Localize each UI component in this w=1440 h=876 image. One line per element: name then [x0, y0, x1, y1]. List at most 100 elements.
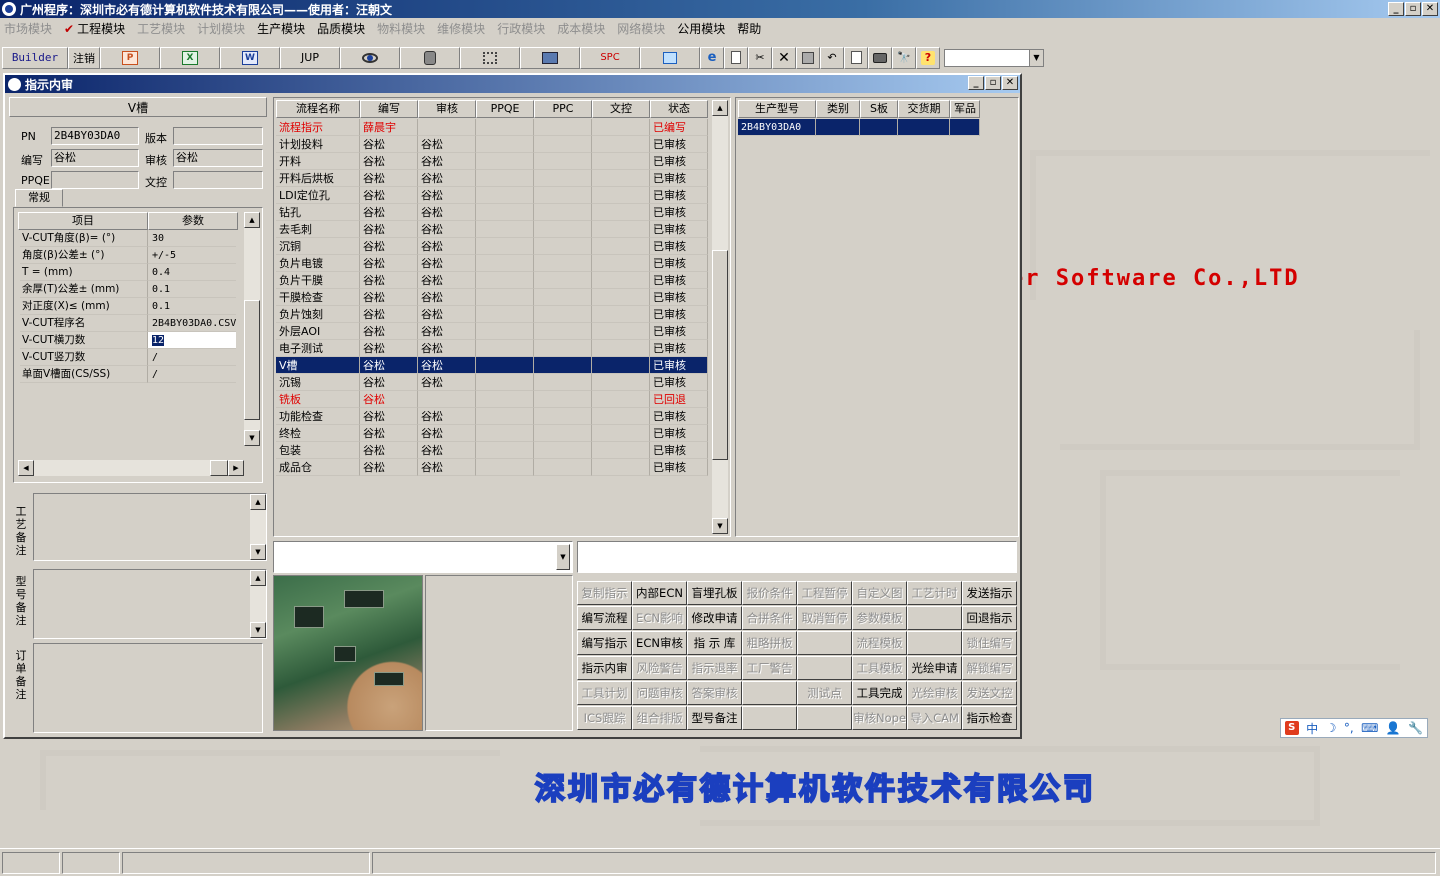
process-header-ppqe[interactable]: PPQE	[476, 100, 534, 118]
action-button[interactable]: 型号备注	[687, 706, 742, 730]
action-button[interactable]: 工具完成	[852, 681, 907, 705]
scroll-up-icon[interactable]: ▲	[244, 212, 260, 228]
save-button[interactable]	[796, 46, 820, 69]
process-row[interactable]: 负片蚀刻 谷松 谷松 已审核	[276, 306, 708, 323]
document-control-field[interactable]	[173, 171, 263, 189]
parameter-value[interactable]: 30	[148, 230, 236, 247]
process-header-name[interactable]: 流程名称	[276, 100, 360, 118]
word-button[interactable]: W	[220, 46, 280, 69]
process-header-review[interactable]: 审核	[418, 100, 476, 118]
scroll-down-icon[interactable]: ▼	[250, 544, 266, 560]
process-row[interactable]: 负片干膜 谷松 谷松 已审核	[276, 272, 708, 289]
menu-item[interactable]: 品质模块	[317, 20, 365, 37]
parameter-row[interactable]: 余厚(T)公差± (mm) 0.1	[20, 281, 236, 298]
process-header-author[interactable]: 编写	[360, 100, 418, 118]
action-button[interactable]: 编写流程	[577, 606, 632, 630]
scroll-down-icon[interactable]: ▼	[244, 430, 260, 446]
parameter-value[interactable]: +/-5	[148, 247, 236, 264]
parameter-row[interactable]: V-CUT竖刀数 /	[20, 349, 236, 366]
undo-button[interactable]: ↶	[820, 46, 844, 69]
cut-button[interactable]: ✂	[748, 46, 772, 69]
parameter-row[interactable]: V-CUT横刀数 12	[20, 332, 236, 349]
powerpoint-button[interactable]: P	[100, 46, 160, 69]
action-button[interactable]: ECN审核	[632, 631, 687, 655]
action-button[interactable]: 自定义图	[852, 581, 907, 605]
action-button[interactable]: 修改申请	[687, 606, 742, 630]
process-note-area[interactable]: ▲ ▼	[33, 493, 267, 561]
action-button[interactable]: 光绘申请	[907, 656, 962, 680]
action-button[interactable]: 粗略拼板	[742, 631, 797, 655]
jup-button[interactable]: JUP	[280, 46, 340, 69]
process-header-ppc[interactable]: PPC	[534, 100, 592, 118]
parameter-row[interactable]: V-CUT角度(β)= (°) 30	[20, 230, 236, 247]
menu-item[interactable]: 成本模块	[557, 20, 605, 37]
action-button[interactable]: 工具计划	[577, 681, 632, 705]
menu-item[interactable]: 工艺模块	[137, 20, 185, 37]
process-row[interactable]: 铣板 谷松 已回退	[276, 391, 708, 408]
scroll-right-icon[interactable]: ▶	[228, 460, 244, 476]
parameter-value[interactable]: 12	[148, 332, 236, 349]
scroll-thumb[interactable]	[712, 250, 728, 460]
action-button[interactable]: 审核Nope	[852, 706, 907, 730]
computer-button[interactable]	[520, 46, 580, 69]
help-button[interactable]: ?	[916, 46, 940, 69]
scroll-up-icon[interactable]: ▲	[250, 570, 266, 586]
process-row[interactable]: 计划投料 谷松 谷松 已审核	[276, 136, 708, 153]
action-button[interactable]: 回退指示	[962, 606, 1017, 630]
process-combo[interactable]: ▼	[273, 541, 573, 573]
keyboard-icon[interactable]: ⌨	[1361, 721, 1378, 735]
delete-button[interactable]: ✕	[772, 46, 796, 69]
action-button[interactable]: 内部ECN	[632, 581, 687, 605]
param-horizontal-scrollbar[interactable]: ◀ ▶	[18, 460, 244, 476]
parameter-value[interactable]: 0.1	[148, 281, 236, 298]
process-row[interactable]: 沉铜 谷松 谷松 已审核	[276, 238, 708, 255]
action-button[interactable]: 编写指示	[577, 631, 632, 655]
action-button[interactable]: 工厂警告	[742, 656, 797, 680]
action-button[interactable]: 组合排版	[632, 706, 687, 730]
process-row[interactable]: 沉锡 谷松 谷松 已审核	[276, 374, 708, 391]
process-row[interactable]: V槽 谷松 谷松 已审核	[276, 357, 708, 374]
ie-button[interactable]: e	[700, 46, 724, 69]
process-row[interactable]: 去毛刺 谷松 谷松 已审核	[276, 221, 708, 238]
action-button[interactable]: 发送文控	[962, 681, 1017, 705]
close-button[interactable]: ✕	[1422, 2, 1438, 16]
menu-item[interactable]: ✔ 工程模块	[64, 20, 125, 37]
builder-button[interactable]: Builder	[2, 46, 68, 69]
action-button[interactable]: 指 示 库	[687, 631, 742, 655]
process-row[interactable]: 流程指示 薛晨宇 已编写	[276, 119, 708, 136]
menu-item[interactable]: 网络模块	[617, 20, 665, 37]
parameter-row[interactable]: 单面V槽面(CS/SS) /	[20, 366, 236, 383]
product-header-category[interactable]: 类别	[816, 100, 860, 118]
product-header-s_board[interactable]: S板	[860, 100, 898, 118]
action-button[interactable]: 报价条件	[742, 581, 797, 605]
review-field[interactable]: 谷松	[173, 149, 263, 167]
process-row[interactable]: LDI定位孔 谷松 谷松 已审核	[276, 187, 708, 204]
punctuation-icon[interactable]: °,	[1344, 721, 1354, 735]
child-close-button[interactable]: ✕	[1002, 76, 1018, 90]
product-header-delivery[interactable]: 交货期	[898, 100, 950, 118]
tab-general[interactable]: 常规	[15, 189, 63, 207]
scroll-up-icon[interactable]: ▲	[250, 494, 266, 510]
chart-button[interactable]	[640, 46, 700, 69]
menu-item[interactable]: 物料模块	[377, 20, 425, 37]
action-button[interactable]: 流程模板	[852, 631, 907, 655]
process-grid[interactable]: 流程名称 编写 审核 PPQE PPC 文控 状态 流程指示 薛晨宇 已编写 计划投料 谷松 谷松 已审…	[273, 97, 731, 537]
version-field[interactable]	[173, 127, 263, 145]
action-button[interactable]: 指示退率	[687, 656, 742, 680]
action-button[interactable]: 问题审核	[632, 681, 687, 705]
parameter-value[interactable]: 0.4	[148, 264, 236, 281]
action-button[interactable]: 答案审核	[687, 681, 742, 705]
product-model-grid[interactable]: 生产型号 类别 S板 交货期 军品 2B4BY03DA0	[735, 97, 1019, 537]
product-header-model[interactable]: 生产型号	[738, 100, 816, 118]
preview-button[interactable]	[844, 46, 868, 69]
parameter-value[interactable]: /	[148, 366, 236, 383]
spc-button[interactable]: SPC	[580, 46, 640, 69]
ime-toolbar[interactable]: S 中 ☽ °, ⌨ 👤 🔧	[1280, 718, 1428, 738]
action-button[interactable]: ECN影响	[632, 606, 687, 630]
process-row[interactable]: 开料后烘板 谷松 谷松 已审核	[276, 170, 708, 187]
menu-item[interactable]: 帮助	[737, 20, 761, 37]
child-restore-button[interactable]: ▫	[985, 76, 1001, 90]
ppqe-field[interactable]	[51, 171, 139, 189]
new-file-button[interactable]	[724, 46, 748, 69]
user-icon[interactable]: 👤	[1386, 721, 1401, 735]
